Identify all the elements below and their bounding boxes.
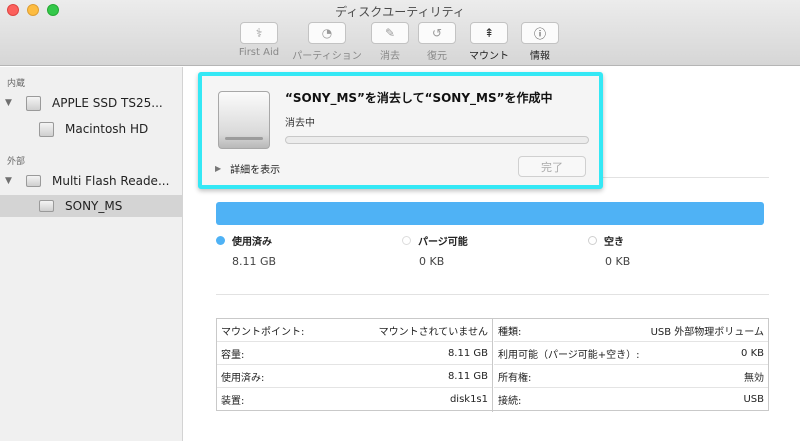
- info-row: 種類: USB 外部物理ボリューム: [494, 319, 768, 342]
- external-disk-icon: [26, 175, 41, 187]
- info-value: disk1s1: [449, 394, 488, 405]
- legend-free-value: 0 KB: [605, 255, 631, 268]
- done-button[interactable]: 完了: [518, 156, 586, 177]
- toolbar-partition[interactable]: ◔ パーティション: [290, 22, 364, 62]
- toolbar-label: パーティション: [292, 51, 362, 62]
- info-key: 種類:: [498, 326, 522, 338]
- info-value: 無効: [744, 372, 764, 384]
- info-key: 容量:: [221, 349, 245, 361]
- disclosure-triangle-icon[interactable]: ▼: [5, 176, 12, 186]
- info-key: 所有権:: [498, 372, 532, 384]
- show-details-label: 詳細を表示: [230, 165, 281, 176]
- info-key: 利用可能（パージ可能+空き）:: [498, 349, 640, 361]
- used-color-dot: [216, 236, 225, 245]
- info-row: 容量: 8.11 GB: [217, 342, 492, 365]
- sidebar-section-external: 外部: [7, 157, 26, 167]
- toolbar-label: 情報: [530, 51, 550, 62]
- free-color-dot: [588, 236, 597, 245]
- sheet-status: 消去中: [285, 118, 315, 129]
- info-value: 8.11 GB: [447, 347, 488, 359]
- sidebar-item-external-disk[interactable]: ▼ Multi Flash Reade...: [0, 170, 183, 192]
- toolbar-erase[interactable]: ✎ 消去: [365, 22, 415, 62]
- info-value: マウントされていません: [378, 326, 488, 338]
- info-value: USB: [743, 394, 764, 405]
- disclosure-triangle-icon[interactable]: ▼: [5, 98, 12, 108]
- window-title: ディスクユーティリティ: [335, 5, 465, 19]
- erase-progress-bar: [285, 136, 589, 144]
- info-row: 所有権: 無効: [494, 365, 768, 388]
- toolbar-info[interactable]: ⓘ 情報: [515, 22, 565, 62]
- sidebar-item-label: Macintosh HD: [65, 122, 149, 136]
- sidebar: 内蔵 ▼ APPLE SSD TS25... Macintosh HD 外部 ▼…: [0, 67, 183, 441]
- legend-free-label: 空き: [604, 237, 624, 248]
- info-row: マウントポイント: マウントされていません: [217, 319, 492, 342]
- info-column-left: マウントポイント: マウントされていません 容量: 8.11 GB 使用済み: …: [217, 319, 493, 412]
- info-row: 接続: USB: [494, 388, 768, 411]
- info-value: 0 KB: [741, 347, 764, 359]
- internal-disk-icon: [26, 95, 41, 111]
- info-column-right: 種類: USB 外部物理ボリューム 利用可能（パージ可能+空き）: 0 KB 所…: [494, 319, 768, 412]
- legend-purgeable-label: パージ可能: [418, 237, 468, 248]
- mount-icon: ⇞: [470, 22, 508, 44]
- show-details-toggle[interactable]: ▶ 詳細を表示: [215, 161, 280, 176]
- sidebar-item-sony-ms[interactable]: SONY_MS: [0, 195, 183, 217]
- info-key: 接続:: [498, 396, 522, 407]
- toolbar-mount[interactable]: ⇞ マウント: [464, 22, 514, 62]
- info-row: 使用済み: 8.11 GB: [217, 365, 492, 388]
- toolbar-label: 消去: [380, 51, 400, 62]
- pie-chart-icon: ◔: [308, 22, 346, 44]
- sidebar-item-label: Multi Flash Reade...: [52, 174, 170, 188]
- divider: [216, 294, 769, 295]
- info-key: 使用済み:: [221, 372, 265, 384]
- toolbar-label: First Aid: [238, 47, 280, 58]
- info-row: 利用可能（パージ可能+空き）: 0 KB: [494, 342, 768, 365]
- legend-used-value: 8.11 GB: [232, 255, 277, 268]
- purgeable-color-dot: [402, 236, 411, 245]
- info-row: 装置: disk1s1: [217, 388, 492, 411]
- volume-icon: [39, 200, 54, 212]
- toolbar-restore[interactable]: ↺ 復元: [412, 22, 462, 62]
- info-table: マウントポイント: マウントされていません 容量: 8.11 GB 使用済み: …: [216, 318, 769, 412]
- external-drive-icon: [218, 91, 270, 149]
- info-key: マウントポイント:: [221, 326, 305, 338]
- restore-icon: ↺: [418, 22, 456, 44]
- erase-icon: ✎: [371, 22, 409, 44]
- legend-used: 使用済み: [216, 233, 272, 248]
- sidebar-section-internal: 内蔵: [7, 79, 26, 89]
- disclosure-triangle-icon: ▶: [215, 164, 222, 173]
- titlebar: ディスクユーティリティ ⚕ First Aid ◔ パーティション ✎ 消去 ↺…: [0, 0, 800, 66]
- usage-bar: [216, 202, 764, 225]
- legend-purgeable: パージ可能: [402, 233, 468, 248]
- sheet-title: “SONY_MS”を消去して“SONY_MS”を作成中: [285, 91, 553, 105]
- stethoscope-icon: ⚕: [240, 22, 278, 44]
- sidebar-item-macintosh-hd[interactable]: Macintosh HD: [0, 118, 183, 140]
- volume-icon: [39, 121, 54, 137]
- legend-purgeable-value: 0 KB: [419, 255, 445, 268]
- sidebar-item-label: SONY_MS: [65, 199, 123, 213]
- toolbar-first-aid[interactable]: ⚕ First Aid: [234, 22, 284, 58]
- sidebar-item-label: APPLE SSD TS25...: [52, 96, 163, 110]
- info-value: USB 外部物理ボリューム: [650, 326, 764, 338]
- info-value: 8.11 GB: [447, 370, 488, 382]
- legend-free: 空き: [588, 233, 624, 248]
- legend-used-label: 使用済み: [232, 237, 272, 248]
- info-icon: ⓘ: [521, 22, 559, 44]
- sidebar-item-internal-disk[interactable]: ▼ APPLE SSD TS25...: [0, 92, 183, 114]
- toolbar-label: マウント: [469, 51, 509, 62]
- info-key: 装置:: [221, 396, 245, 407]
- toolbar-label: 復元: [427, 51, 447, 62]
- erase-progress-sheet: “SONY_MS”を消去して“SONY_MS”を作成中 消去中 ▶ 詳細を表示 …: [198, 72, 603, 189]
